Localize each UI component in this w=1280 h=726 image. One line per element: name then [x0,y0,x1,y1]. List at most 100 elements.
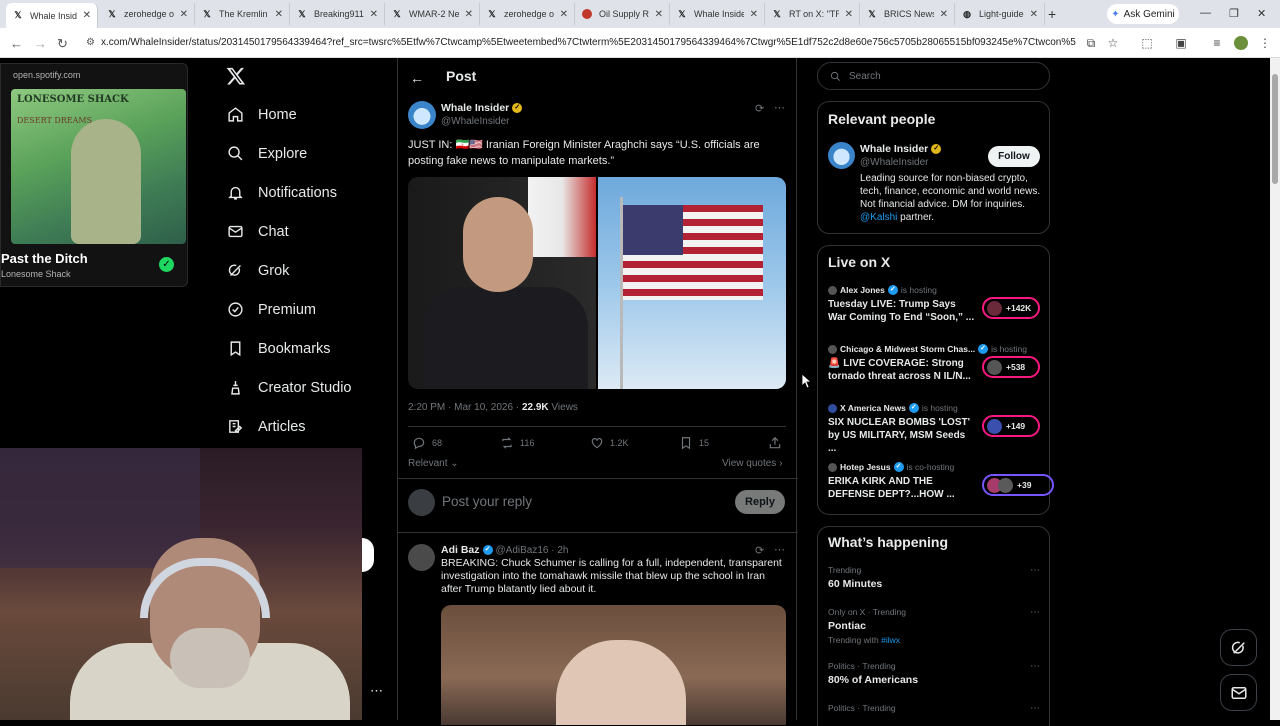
rp-avatar[interactable] [828,142,855,169]
tab-zerohedge-2[interactable]: 𝕏zerohedge on X✕ [480,3,575,25]
split-view-icon[interactable]: ▣ [1174,36,1188,50]
trend-item[interactable]: Politics · Trending ⋯ [828,703,1043,714]
more-icon[interactable]: ⋯ [1030,703,1040,714]
search-input[interactable]: Search [817,62,1050,90]
share-icon [769,436,781,449]
share-action[interactable] [768,436,782,450]
nav-notifications[interactable]: Notifications [227,184,337,201]
site-info-icon[interactable]: ⚙ [86,33,95,53]
restore-button[interactable]: ❐ [1229,7,1239,20]
follow-button[interactable]: Follow [988,146,1040,167]
tab-whale-insider[interactable]: 𝕏Whale Insider✕ [6,3,98,28]
grok-icon[interactable]: ⟳ [755,544,764,557]
reply-video[interactable] [441,605,786,725]
rp-name[interactable]: Whale Insider ✓ [860,143,942,155]
back-icon[interactable]: ← [10,36,23,51]
nav-articles[interactable]: Articles [227,418,306,435]
tab-breaking911[interactable]: 𝕏 Breaking911 ✕ [290,3,385,25]
ask-gemini-button[interactable]: ✦ Ask Gemini [1107,4,1179,24]
reply-author-name[interactable]: Adi Baz ✓ @AdiBaz16 · 2h [441,544,568,556]
tab-kremlin[interactable]: 𝕏 The Kremlin ✕ [195,3,290,25]
close-tab-icon[interactable]: ✕ [750,9,758,20]
nav-explore[interactable]: Explore [227,145,307,162]
x-logo-icon: 𝕏 [488,8,496,19]
more-icon[interactable]: ⋯ [1030,565,1040,576]
page-scrollbar[interactable] [1270,58,1280,720]
reply-button[interactable]: Reply [735,490,785,514]
bookmark-star-icon[interactable]: ☆ [1106,36,1120,50]
scrollbar-thumb[interactable] [1272,74,1278,184]
back-arrow-icon[interactable]: ← [410,70,424,86]
grok-icon[interactable]: ⟳ [755,102,764,115]
menu-icon[interactable]: ⋮ [1258,36,1272,50]
author-avatar[interactable] [408,101,436,129]
more-icon[interactable]: ⋯ [1030,607,1040,618]
nav-grok[interactable]: Grok [227,262,289,279]
tab-brics[interactable]: 𝕏 BRICS News ✕ [860,3,955,25]
author-name[interactable]: Whale Insider ✓ [441,102,523,114]
grok-float-button[interactable] [1220,629,1257,666]
x-logo-icon[interactable] [226,66,246,86]
nav-premium[interactable]: Premium [227,301,316,318]
more-icon[interactable]: ⋯ [1030,661,1040,672]
like-action[interactable]: 1.2K [590,436,629,450]
host-avatar [828,344,837,354]
close-tab-icon[interactable]: ✕ [655,9,663,20]
url-field[interactable]: ⚙ x.com/WhaleInsider/status/203145017956… [86,33,1076,53]
bookmark-action[interactable]: 15 [679,436,709,450]
extensions-icon[interactable]: ⬚ [1140,36,1154,50]
overlay-handle[interactable] [362,538,374,572]
nav-bookmarks[interactable]: Bookmarks [227,340,331,357]
forward-icon[interactable]: → [34,36,47,51]
live-title: Tuesday LIVE: Trump Says War Coming To E… [828,299,975,323]
close-tab-icon[interactable]: ✕ [845,9,853,20]
reply-author-avatar[interactable] [408,544,435,571]
trend-item[interactable]: Politics · Trending 80% of Americans ⋯ [828,661,1043,686]
reload-icon[interactable]: ↻ [57,36,68,52]
close-tab-icon[interactable]: ✕ [83,10,91,21]
post-image[interactable] [408,177,786,389]
tab-wmar2[interactable]: 𝕏WMAR-2 News✕ [385,3,480,25]
close-tab-icon[interactable]: ✕ [465,9,473,20]
install-app-icon[interactable]: ⧉ [1084,36,1098,50]
tab-whale-insider-2[interactable]: 𝕏 Whale Insider ✕ [670,3,765,25]
close-tab-icon[interactable]: ✕ [275,9,283,20]
close-tab-icon[interactable]: ✕ [180,9,188,20]
tab-zerohedge[interactable]: 𝕏zerohedge on X✕ [100,3,195,25]
reply-icon [413,437,425,450]
minimize-button[interactable]: — [1200,7,1211,19]
media-icon[interactable]: ≡ [1210,36,1224,50]
trend-item[interactable]: Trending 60 Minutes ⋯ [828,565,1043,590]
mail-icon [1231,686,1246,699]
hashtag-link[interactable]: #ilwx [881,635,900,645]
close-tab-icon[interactable]: ✕ [560,9,568,20]
author-handle[interactable]: @WhaleInsider [441,116,510,127]
saved-check-icon[interactable]: ✓ [159,257,174,272]
rp-handle[interactable]: @WhaleInsider [860,157,929,168]
nav-chat[interactable]: Chat [227,223,289,240]
messages-float-button[interactable] [1220,674,1257,711]
tab-oil-supply[interactable]: Oil Supply Risk✕ [575,3,670,25]
close-tab-icon[interactable]: ✕ [1030,9,1038,20]
sort-relevant-dropdown[interactable]: Relevant ⌄ [408,458,459,469]
close-window-button[interactable]: ✕ [1257,7,1266,20]
tab-light-guided[interactable]: ◍ Light-guided ✕ [955,3,1045,25]
nav-home[interactable]: Home [227,106,297,123]
reply-input[interactable]: Post your reply [442,494,532,509]
more-icon[interactable]: ⋯ [774,543,785,556]
more-icon[interactable]: ⋯ [774,101,785,114]
profile-avatar[interactable] [1234,36,1248,50]
view-quotes-link[interactable]: View quotes › [722,458,782,469]
new-tab-button[interactable]: + [1048,6,1056,22]
nav-creator-studio[interactable]: Creator Studio [227,379,352,396]
tab-rt[interactable]: 𝕏RT on X: "TRUMP✕ [765,3,860,25]
search-icon [830,71,840,81]
repost-action[interactable]: 116 [500,436,534,450]
close-tab-icon[interactable]: ✕ [370,9,378,20]
trend-item[interactable]: Only on X · Trending Pontiac Trending wi… [828,607,1043,645]
reply-action[interactable]: 68 [412,436,442,450]
close-tab-icon[interactable]: ✕ [940,9,948,20]
address-bar: ← → ↻ ⚙ x.com/WhaleInsider/status/203145… [0,28,1280,58]
kalshi-link[interactable]: @Kalshi [860,212,897,223]
more-icon[interactable]: ⋯ [370,683,383,699]
